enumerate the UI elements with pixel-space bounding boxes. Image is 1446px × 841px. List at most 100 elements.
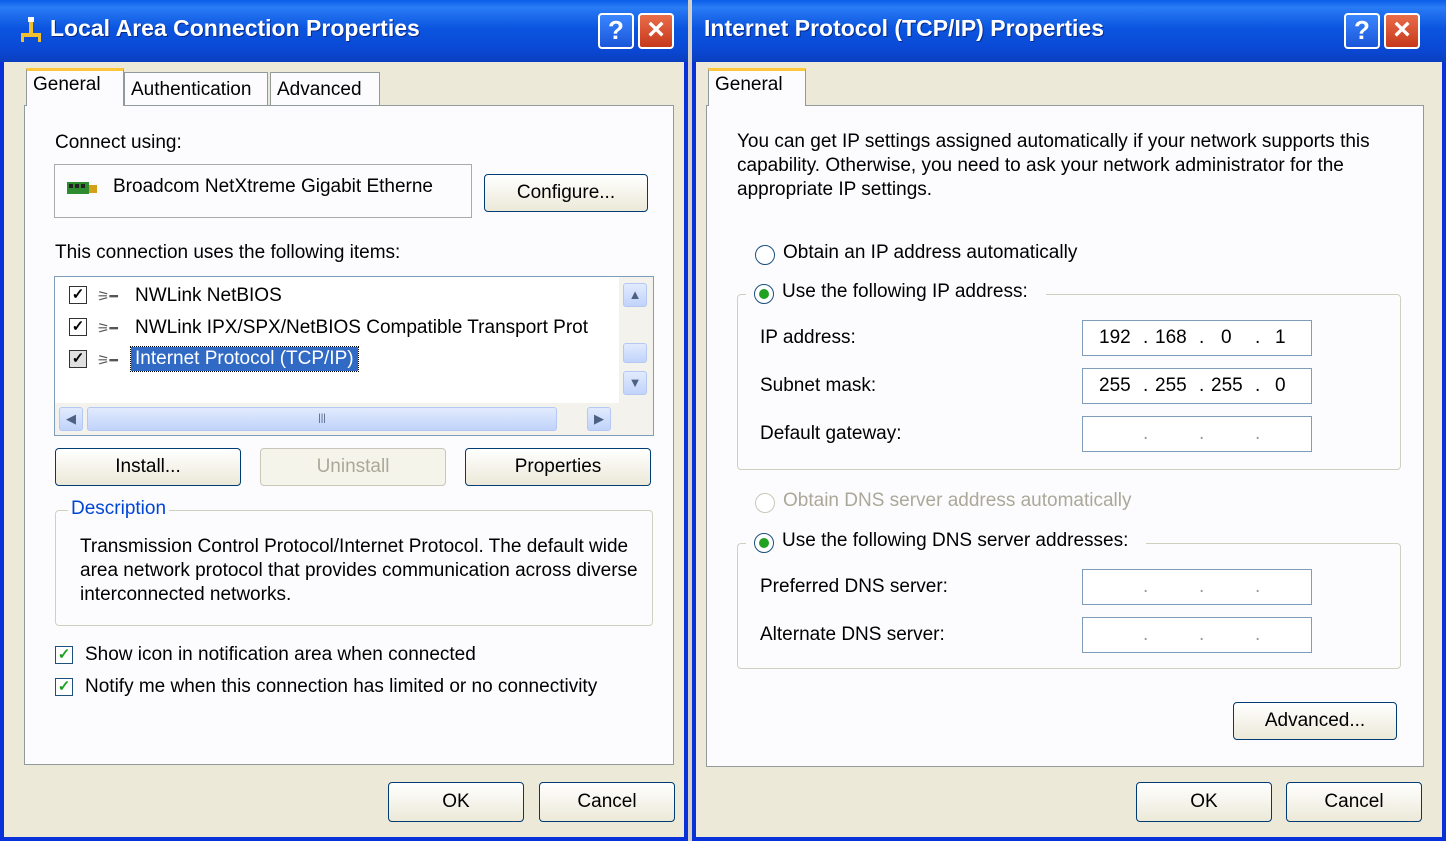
obtain-ip-radio[interactable] — [755, 245, 775, 265]
ip-octet-3: 0 — [1221, 327, 1232, 348]
obtain-dns-label: Obtain DNS server address automatically — [783, 490, 1132, 511]
items-label: This connection uses the following items… — [55, 242, 401, 263]
tcpip-ok-button[interactable]: OK — [1136, 782, 1272, 822]
uninstall-button[interactable]: Uninstall — [260, 448, 446, 486]
close-button[interactable]: × — [638, 13, 674, 49]
item-checkbox[interactable]: ✓ — [69, 350, 87, 368]
item-label: NWLink IPX/SPX/NetBIOS Compatible Transp… — [135, 317, 589, 338]
obtain-ip-label: Obtain an IP address automatically — [783, 242, 1078, 263]
scroll-down-arrow-icon[interactable]: ▼ — [623, 371, 647, 395]
properties-button-label: Properties — [514, 456, 602, 477]
scroll-up-arrow-icon[interactable]: ▲ — [623, 283, 647, 307]
vertical-scrollbar[interactable]: ▲ ▼ — [619, 277, 653, 403]
tcpip-properties-window: Internet Protocol (TCP/IP) Properties ? … — [692, 0, 1446, 841]
ip-address-group: Use the following IP address: IP address… — [737, 280, 1401, 470]
list-item-selected[interactable]: ✓ ⚞━ Internet Protocol (TCP/IP) — [55, 346, 615, 377]
list-item[interactable]: ✓ ⚞━ NWLink IPX/SPX/NetBIOS Compatible T… — [55, 315, 615, 345]
notify-checkbox[interactable]: ✓ — [55, 678, 73, 696]
general-tab-panel: Connect using: Broadcom NetXtreme Gigabi… — [24, 105, 674, 765]
subnet-octet-1: 255 — [1099, 375, 1131, 396]
network-adapter-icon — [67, 182, 97, 194]
protocol-icon: ⚞━ — [97, 352, 118, 368]
properties-button[interactable]: Properties — [465, 448, 651, 486]
scroll-thumb[interactable] — [623, 343, 647, 363]
ip-octet-1: 192 — [1099, 327, 1131, 348]
subnet-mask-label: Subnet mask: — [760, 375, 877, 396]
tab-authentication-label: Authentication — [131, 79, 252, 100]
use-dns-radio[interactable] — [754, 533, 774, 553]
lan-titlebar[interactable]: Local Area Connection Properties ? × — [0, 0, 688, 62]
cancel-button-label: Cancel — [577, 791, 637, 812]
configure-button-label: Configure... — [516, 182, 616, 203]
close-button[interactable]: × — [1384, 13, 1420, 49]
ip-address-field[interactable]: 192 . 168 . 0 . 1 — [1082, 320, 1312, 356]
help-button[interactable]: ? — [598, 13, 634, 49]
alternate-dns-field[interactable]: ... — [1082, 617, 1312, 653]
configure-button[interactable]: Configure... — [484, 174, 648, 212]
ok-button-label: OK — [1190, 791, 1218, 812]
tab-advanced[interactable]: Advanced — [270, 72, 380, 106]
components-list[interactable]: ✓ ⚞━ NWLink NetBIOS ✓ ⚞━ NWLink IPX/SPX/… — [54, 276, 654, 436]
horizontal-scrollbar[interactable]: ◀ ||| ▶ — [55, 403, 653, 435]
item-checkbox[interactable]: ✓ — [69, 286, 87, 304]
lan-properties-window: Local Area Connection Properties ? × Gen… — [0, 0, 688, 841]
protocol-icon: ⚞━ — [97, 320, 118, 336]
subnet-octet-2: 255 — [1155, 375, 1187, 396]
lan-window-title: Local Area Connection Properties — [50, 15, 420, 41]
use-ip-label: Use the following IP address: — [782, 281, 1028, 302]
advanced-button-label: Advanced... — [1264, 710, 1366, 731]
use-dns-legend: Use the following DNS server addresses: — [746, 529, 1146, 557]
network-connection-icon — [21, 17, 41, 42]
tcpip-cancel-button[interactable]: Cancel — [1286, 782, 1422, 822]
show-icon-label: Show icon in notification area when conn… — [85, 644, 476, 665]
use-ip-radio[interactable] — [754, 284, 774, 304]
subnet-octet-3: 255 — [1211, 375, 1243, 396]
help-button[interactable]: ? — [1344, 13, 1380, 49]
dns-group: Use the following DNS server addresses: … — [737, 529, 1401, 669]
scroll-right-arrow-icon[interactable]: ▶ — [587, 407, 611, 431]
notify-label: Notify me when this connection has limit… — [85, 676, 598, 697]
preferred-dns-field[interactable]: ... — [1082, 569, 1312, 605]
protocol-icon: ⚞━ — [97, 288, 118, 304]
ok-button-label: OK — [442, 791, 470, 812]
tab-authentication[interactable]: Authentication — [124, 72, 268, 106]
intro-text: You can get IP settings assigned automat… — [737, 131, 1370, 200]
ip-address-label: IP address: — [760, 327, 856, 348]
adapter-name: Broadcom NetXtreme Gigabit Etherne — [113, 176, 433, 197]
cancel-button-label: Cancel — [1324, 791, 1384, 812]
uninstall-button-label: Uninstall — [316, 456, 390, 477]
lan-cancel-button[interactable]: Cancel — [539, 782, 675, 822]
show-icon-checkbox[interactable]: ✓ — [55, 646, 73, 664]
tcpip-titlebar[interactable]: Internet Protocol (TCP/IP) Properties ? … — [692, 0, 1446, 62]
description-text: Transmission Control Protocol/Internet P… — [80, 536, 638, 605]
default-gateway-field[interactable]: ... — [1082, 416, 1312, 452]
tab-general[interactable]: General — [26, 68, 124, 106]
use-dns-label: Use the following DNS server addresses: — [782, 530, 1129, 551]
install-button-label: Install... — [115, 456, 181, 477]
lan-ok-button[interactable]: OK — [388, 782, 524, 822]
connect-using-label: Connect using: — [55, 132, 182, 153]
alternate-dns-label: Alternate DNS server: — [760, 624, 945, 645]
advanced-button[interactable]: Advanced... — [1233, 702, 1397, 740]
install-button[interactable]: Install... — [55, 448, 241, 486]
adapter-box: Broadcom NetXtreme Gigabit Etherne — [54, 164, 472, 218]
tab-general-label: General — [33, 74, 101, 95]
item-label-selected: Internet Protocol (TCP/IP) — [130, 346, 359, 372]
horizontal-scroll-thumb[interactable]: ||| — [87, 407, 557, 431]
description-legend: Description — [68, 498, 170, 520]
obtain-dns-radio[interactable] — [755, 493, 775, 513]
default-gateway-label: Default gateway: — [760, 423, 902, 444]
preferred-dns-label: Preferred DNS server: — [760, 576, 948, 597]
tcpip-general-panel: You can get IP settings assigned automat… — [706, 105, 1424, 767]
subnet-mask-field[interactable]: 255 . 255 . 255 . 0 — [1082, 368, 1312, 404]
ip-octet-4: 1 — [1275, 327, 1286, 348]
subnet-octet-4: 0 — [1275, 375, 1286, 396]
use-ip-legend: Use the following IP address: — [746, 280, 1046, 308]
list-item[interactable]: ✓ ⚞━ NWLink NetBIOS — [55, 283, 615, 313]
tab-advanced-label: Advanced — [277, 79, 362, 100]
scroll-left-arrow-icon[interactable]: ◀ — [59, 407, 83, 431]
tab-general[interactable]: General — [708, 68, 806, 106]
tcpip-window-title: Internet Protocol (TCP/IP) Properties — [704, 15, 1104, 41]
item-checkbox[interactable]: ✓ — [69, 318, 87, 336]
item-label: NWLink NetBIOS — [135, 285, 282, 306]
